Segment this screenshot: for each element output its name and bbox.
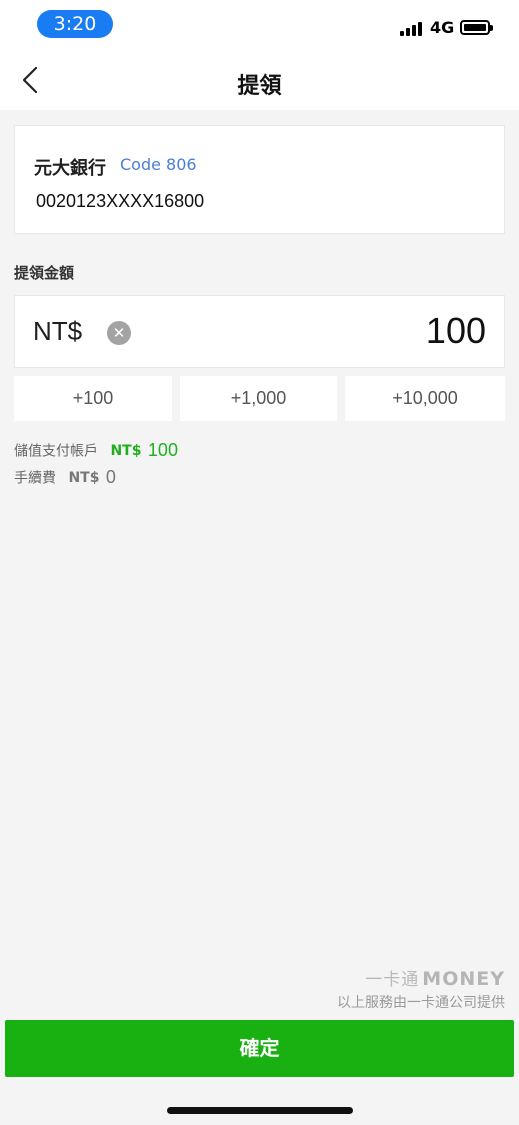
confirm-button[interactable]: 確定 [5,1020,514,1077]
fee-value: 0 [105,467,116,487]
fee-currency: NT$ [68,469,100,486]
account-number: 0020123XXXX16800 [36,191,205,211]
amount-input[interactable]: NT$ ✕ 100 [14,295,505,368]
provider-logo: 一卡通 MONEY [365,968,505,990]
balance-value: 100 [147,440,178,460]
nav-bar: 提領 [0,56,519,110]
clear-amount-button[interactable]: ✕ [107,321,131,345]
amount-currency: NT$ [33,316,83,346]
quick-add-10000-button[interactable]: +10,000 [345,376,505,421]
network-label: 4G [430,18,455,37]
bank-name: 元大銀行 [34,158,106,179]
balance-info: 儲值支付帳戶 NT$ 100 [14,440,178,461]
battery-icon [460,20,493,35]
bank-account-card: 元大銀行 Code 806 0020123XXXX16800 [14,125,505,234]
quick-add-100-button[interactable]: +100 [14,376,172,421]
fee-info: 手續費 NT$ 0 [14,467,116,488]
fee-label: 手續費 [14,470,56,487]
quick-amount-row: +100 +1,000 +10,000 [14,376,505,421]
signal-icon [400,20,424,36]
balance-currency: NT$ [110,442,142,459]
quick-add-1000-button[interactable]: +1,000 [180,376,337,421]
bank-code: Code 806 [120,155,197,174]
amount-section-label: 提領金額 [14,264,75,282]
provider-text: 以上服務由一卡通公司提供 [337,995,505,1011]
home-indicator [167,1107,353,1114]
provider-footer: 一卡通 MONEY 以上服務由一卡通公司提供 [337,965,505,1012]
page-title: 提領 [237,74,282,99]
status-bar: 3:20 4G [0,0,519,56]
status-time: 3:20 [37,10,113,38]
clear-icon: ✕ [112,324,126,342]
balance-label: 儲值支付帳戶 [14,443,98,460]
amount-value: 100 [425,310,486,351]
